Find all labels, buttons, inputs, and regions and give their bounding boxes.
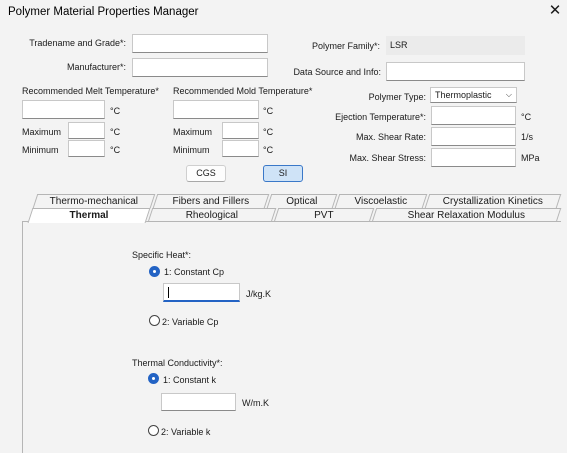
melt-temp-label: Recommended Melt Temperature*: [22, 86, 159, 96]
mold-max-unit: °C: [263, 127, 274, 137]
max-shear-rate-unit: 1/s: [521, 132, 534, 142]
melt-max-input[interactable]: [68, 122, 105, 139]
max-shear-rate-input[interactable]: [431, 127, 516, 146]
constant-cp-label: 1: Constant Cp: [164, 267, 225, 277]
tradename-label: Tradename and Grade*:: [29, 38, 126, 48]
max-shear-rate-label: Max. Shear Rate:: [355, 132, 426, 142]
si-button[interactable]: SI: [263, 165, 303, 182]
mold-max-input[interactable]: [222, 122, 259, 139]
variable-cp-label: 2: Variable Cp: [162, 317, 219, 327]
constant-k-label: 1: Constant k: [163, 375, 217, 385]
melt-min-unit: °C: [110, 145, 121, 155]
window-title: Polymer Material Properties Manager: [8, 6, 199, 18]
variable-k-radio[interactable]: [148, 425, 159, 436]
max-shear-stress-label: Max. Shear Stress:: [349, 153, 426, 163]
polymer-type-select[interactable]: Thermoplastic ⌵: [430, 87, 517, 103]
melt-max-label: Maximum: [22, 127, 62, 137]
mold-temp-input[interactable]: [173, 100, 259, 119]
tab-optical[interactable]: Optical: [266, 194, 338, 208]
thermal-panel: [22, 221, 561, 453]
constant-k-input[interactable]: [161, 393, 236, 411]
melt-min-input[interactable]: [68, 140, 105, 157]
polymer-type-value: Thermoplastic: [435, 90, 492, 100]
data-source-label: Data Source and Info:: [293, 67, 381, 77]
mold-max-label: Maximum: [173, 127, 213, 137]
max-shear-stress-input[interactable]: [431, 148, 516, 167]
melt-min-label: Minimum: [22, 145, 59, 155]
tab-crystallization-kinetics[interactable]: Crystallization Kinetics: [424, 194, 562, 208]
constant-cp-radio[interactable]: [149, 266, 160, 277]
variable-k-label: 2: Variable k: [161, 427, 211, 437]
mold-temp-label: Recommended Mold Temperature*: [173, 86, 313, 96]
tradename-input[interactable]: [132, 34, 268, 53]
polymer-type-label: Polymer Type:: [368, 92, 426, 102]
polymer-family-label: Polymer Family*:: [311, 41, 380, 51]
max-shear-stress-unit: MPa: [521, 153, 540, 163]
close-icon[interactable]: ✕: [547, 2, 563, 20]
k-unit: W/m.K: [242, 398, 269, 408]
variable-cp-radio[interactable]: [149, 315, 160, 326]
ejection-temp-input[interactable]: [431, 106, 516, 125]
text-caret: [168, 287, 169, 298]
tab-pvt[interactable]: PVT: [273, 208, 375, 222]
ejection-temp-label: Ejection Temperature*:: [335, 112, 426, 122]
cp-unit: J/kg.K: [246, 289, 272, 299]
data-source-input[interactable]: [386, 62, 525, 81]
tab-viscoelastic[interactable]: Viscoelastic: [334, 194, 428, 208]
cgs-button[interactable]: CGS: [186, 165, 226, 182]
specific-heat-label: Specific Heat*:: [132, 250, 192, 260]
manufacturer-label: Manufacturer*:: [66, 62, 126, 72]
constant-k-radio[interactable]: [148, 373, 159, 384]
tab-rheological[interactable]: Rheological: [147, 208, 277, 222]
mold-temp-unit: °C: [263, 106, 274, 116]
polymer-family-field: LSR: [386, 36, 525, 55]
tab-fibers-and-fillers[interactable]: Fibers and Fillers: [152, 194, 270, 208]
thermal-conductivity-label: Thermal Conductivity*:: [132, 358, 223, 368]
melt-temp-unit: °C: [110, 106, 121, 116]
mold-min-input[interactable]: [222, 140, 259, 157]
melt-max-unit: °C: [110, 127, 121, 137]
constant-cp-input[interactable]: [163, 283, 240, 302]
tab-thermo-mechanical[interactable]: Thermo-mechanical: [32, 194, 156, 208]
mold-min-label: Minimum: [173, 145, 210, 155]
manufacturer-input[interactable]: [132, 58, 268, 77]
tab-thermal[interactable]: Thermal: [27, 208, 151, 223]
chevron-down-icon: ⌵: [505, 90, 512, 99]
melt-temp-input[interactable]: [22, 100, 105, 119]
mold-min-unit: °C: [263, 145, 274, 155]
ejection-temp-unit: °C: [521, 112, 532, 122]
tab-shear-relaxation-modulus[interactable]: Shear Relaxation Modulus: [371, 208, 562, 222]
